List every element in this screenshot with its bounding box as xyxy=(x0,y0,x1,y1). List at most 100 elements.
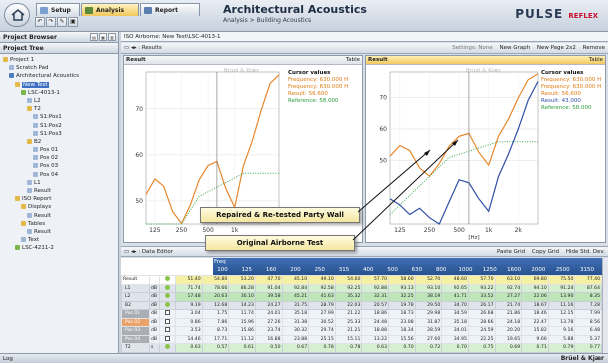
checkbox-icon[interactable] xyxy=(165,310,170,316)
table-row[interactable]: Pos 04 dB 14.46 17.71 11.12 16.88 23.88 25.15 15… xyxy=(121,334,602,344)
new-graph-button[interactable]: New Graph xyxy=(499,45,530,51)
frequency-col-header[interactable]: 800 xyxy=(432,267,451,273)
table-row[interactable]: L1 dB 71.74 78.66 86.28 91.04 92.84 92.58 92.25 9… xyxy=(121,283,602,293)
tree-item[interactable]: LSC-4211-2 xyxy=(0,244,118,252)
tree-item[interactable]: Result xyxy=(0,228,118,236)
row-status[interactable] xyxy=(159,300,176,310)
view-icon-2[interactable]: ▦ xyxy=(99,33,107,41)
data-cell: 75.50 xyxy=(547,275,576,285)
tree-item[interactable]: Tables xyxy=(0,220,118,228)
tab-setup[interactable]: Setup xyxy=(36,3,80,16)
row-status[interactable] xyxy=(159,343,176,353)
graph-left-table-button[interactable]: Table xyxy=(346,57,360,63)
tree-item[interactable]: S1:Pos3 xyxy=(0,130,118,138)
data-cell: 15.56 xyxy=(388,334,416,344)
tree-item[interactable]: L2 xyxy=(0,97,118,105)
frequency-col-header[interactable]: 250 xyxy=(310,267,329,273)
frequency-col-header[interactable]: 400 xyxy=(359,267,378,273)
paste-grid-button[interactable]: Paste Grid xyxy=(497,249,525,255)
table-row[interactable]: Pos 02 dB 0.86 7.86 15.96 27.26 31.38 30.52 25.3… xyxy=(121,317,602,327)
tree-item[interactable]: S1:Pos2 xyxy=(0,122,118,130)
table-row[interactable]: L2 dB 17.48 20.63 30.10 39.58 45.21 41.63 35.32 3… xyxy=(121,292,602,302)
frequency-col-header[interactable]: 160 xyxy=(262,267,281,273)
quick-toolbar: ↶ ↷ ✎ ▣ xyxy=(35,17,79,29)
collapse-icon[interactable]: ▭ ◂▸ xyxy=(124,249,136,255)
row-status[interactable] xyxy=(159,334,176,344)
pin-button[interactable]: ✎ xyxy=(57,17,67,27)
tree-item[interactable]: New Test xyxy=(0,81,118,89)
new-page-button[interactable]: New Page 2x2 xyxy=(537,45,576,51)
copy-grid-button[interactable]: Copy Grid xyxy=(532,249,559,255)
frequency-col-header[interactable]: 200 xyxy=(286,267,305,273)
tree-item[interactable]: Pos 04 xyxy=(0,171,118,179)
row-status[interactable] xyxy=(159,283,176,293)
data-cell: 13.90 xyxy=(547,292,576,302)
redo-button[interactable]: ↷ xyxy=(46,17,56,27)
tree-item[interactable]: Scratch Pad xyxy=(0,64,118,72)
row-status[interactable] xyxy=(159,326,176,336)
frequency-col-header[interactable]: 630 xyxy=(407,267,426,273)
tree-item[interactable]: Architectural Acoustics xyxy=(0,72,118,80)
checkbox-icon[interactable] xyxy=(165,335,170,341)
frequency-col-header[interactable]: 500 xyxy=(383,267,402,273)
log-tab[interactable]: Log xyxy=(3,356,13,362)
tree-item[interactable]: S1:Pos1 xyxy=(0,113,118,121)
tree-item[interactable]: Result xyxy=(0,187,118,195)
checkbox-icon[interactable] xyxy=(165,327,170,333)
frequency-col-header[interactable]: 125 xyxy=(237,267,256,273)
row-status[interactable] xyxy=(159,309,176,319)
frequency-col-header[interactable]: 3150 xyxy=(578,267,597,273)
tree-item[interactable]: Pos 01 xyxy=(0,146,118,154)
vertical-scrollbar[interactable] xyxy=(602,258,608,353)
frequency-col-header[interactable]: 2000 xyxy=(529,267,548,273)
folder-button[interactable]: ▣ xyxy=(68,17,78,27)
row-unit: dB xyxy=(149,300,160,310)
frequency-col-header[interactable]: 1600 xyxy=(505,267,524,273)
tree-item[interactable]: Displays xyxy=(0,203,118,211)
table-row[interactable]: Result 51.40 54.80 53.20 47.70 45.10 49.10 54.6… xyxy=(121,275,602,285)
tree-item[interactable]: Pos 02 xyxy=(0,154,118,162)
doc-icon xyxy=(33,171,38,177)
tree-item[interactable]: LSC-4013-1 xyxy=(0,89,118,97)
view-icon-3[interactable]: ▥ xyxy=(108,33,116,41)
tab-analysis[interactable]: Analysis xyxy=(81,3,139,16)
tree-item[interactable]: Result xyxy=(0,212,118,220)
data-cell: 57.70 xyxy=(361,275,389,285)
row-status[interactable] xyxy=(159,292,176,302)
home-button[interactable] xyxy=(4,3,30,27)
settings-dropdown[interactable]: Settings: None xyxy=(452,45,493,51)
tree-item[interactable]: Pos 03 xyxy=(0,162,118,170)
status-dot-icon xyxy=(165,276,170,282)
collapse-icon[interactable]: ▭ ◂▸ xyxy=(124,45,136,51)
table-row[interactable]: Pos 01 dB 3.04 1.75 11.74 24.01 35.18 27.99 21.2… xyxy=(121,309,602,319)
tab-report[interactable]: Report xyxy=(140,3,200,16)
checkbox-icon[interactable] xyxy=(165,318,170,324)
table-row[interactable]: Pos 03 dB 3.53 8.73 15.86 23.74 30.32 29.74 21.2… xyxy=(121,326,602,336)
view-icon-1[interactable]: ▤ xyxy=(90,33,98,41)
tree-item[interactable]: ISO Report xyxy=(0,195,118,203)
data-cell: 12.15 xyxy=(547,309,576,319)
row-status[interactable] xyxy=(159,275,176,285)
tree-item[interactable]: B2 xyxy=(0,138,118,146)
frequency-col-header[interactable]: 2500 xyxy=(553,267,572,273)
undo-button[interactable]: ↶ xyxy=(35,17,45,27)
frequency-col-header[interactable]: 315 xyxy=(335,267,354,273)
tree-item[interactable]: L1 xyxy=(0,179,118,187)
data-cell: 15.86 xyxy=(228,326,256,336)
hide-std-dev-button[interactable]: Hide Std. Dev. xyxy=(566,249,605,255)
data-cell: 53.20 xyxy=(228,275,256,285)
graph-right[interactable]: Result Table Brüel & Kjær 50 60 70 125 250 500… xyxy=(365,55,606,243)
tree-item[interactable]: Project 1 xyxy=(0,56,118,64)
remove-button[interactable]: Remove xyxy=(583,45,605,51)
data-cell: 0.78 xyxy=(308,343,336,353)
tree-item[interactable]: T2 xyxy=(0,105,118,113)
row-status[interactable] xyxy=(159,317,176,327)
table-row[interactable]: T2 s 0.63 0.57 0.61 0.50 0.67 0.78 0.78 0.63 0.70 0… xyxy=(121,343,602,353)
frequency-col-header[interactable]: 1000 xyxy=(456,267,475,273)
frequency-col-header[interactable]: 100 xyxy=(213,267,232,273)
graph-right-table-button[interactable]: Table xyxy=(589,57,603,63)
tree-item[interactable]: Text xyxy=(0,236,118,244)
frequency-col-header[interactable]: 1250 xyxy=(480,267,499,273)
data-grid[interactable]: Freq 100 125 160 200 250 315 400 500 630 800 1000 12… xyxy=(121,258,602,353)
table-row[interactable]: B2 dB 9.19 12.68 14.23 24.27 31.75 28.79 22.03 20… xyxy=(121,300,602,310)
